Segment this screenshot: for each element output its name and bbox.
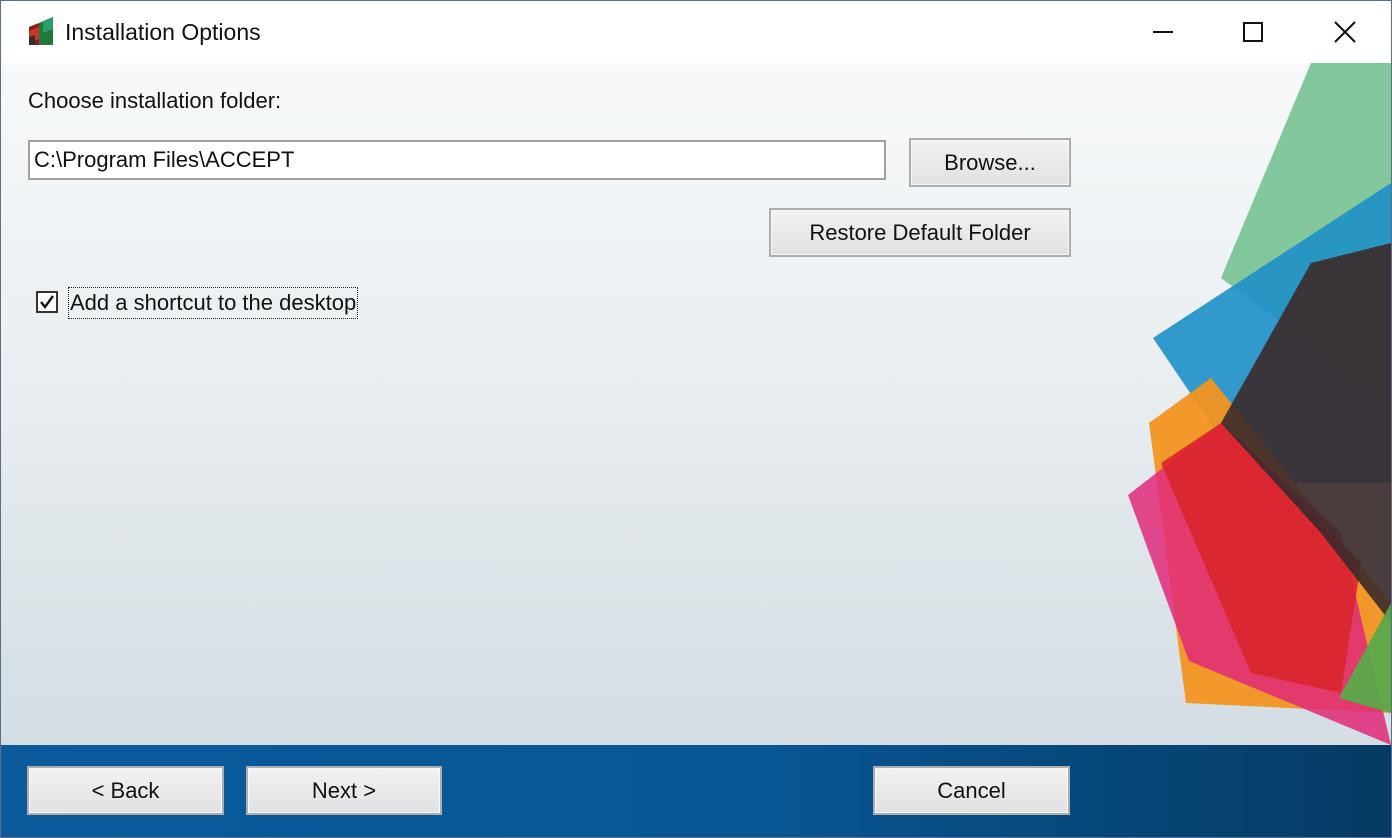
next-button[interactable]: Next > [246, 766, 442, 815]
desktop-shortcut-label[interactable]: Add a shortcut to the desktop [68, 287, 359, 319]
browse-button[interactable]: Browse... [909, 138, 1071, 187]
footer-bar: < Back Next > Cancel [1, 745, 1391, 837]
checkmark-icon [40, 295, 54, 309]
desktop-shortcut-checkbox[interactable] [36, 291, 58, 313]
window-title: Installation Options [65, 19, 261, 45]
installer-window: Installation Options Choose installation… [0, 0, 1392, 838]
app-logo-icon [29, 17, 53, 45]
title-bar: Installation Options [1, 1, 1391, 63]
maximize-button[interactable] [1207, 1, 1299, 63]
folder-label: Choose installation folder: [28, 88, 282, 113]
close-button[interactable] [1299, 1, 1391, 63]
minimize-icon [1153, 31, 1173, 33]
back-button[interactable]: < Back [27, 766, 224, 815]
decorative-graphic [1128, 63, 1391, 745]
cancel-button[interactable]: Cancel [873, 766, 1070, 815]
restore-default-folder-button[interactable]: Restore Default Folder [769, 208, 1071, 257]
maximize-icon [1243, 22, 1263, 42]
install-path-input[interactable] [28, 140, 886, 180]
minimize-button[interactable] [1117, 1, 1209, 63]
close-icon [1334, 21, 1356, 43]
